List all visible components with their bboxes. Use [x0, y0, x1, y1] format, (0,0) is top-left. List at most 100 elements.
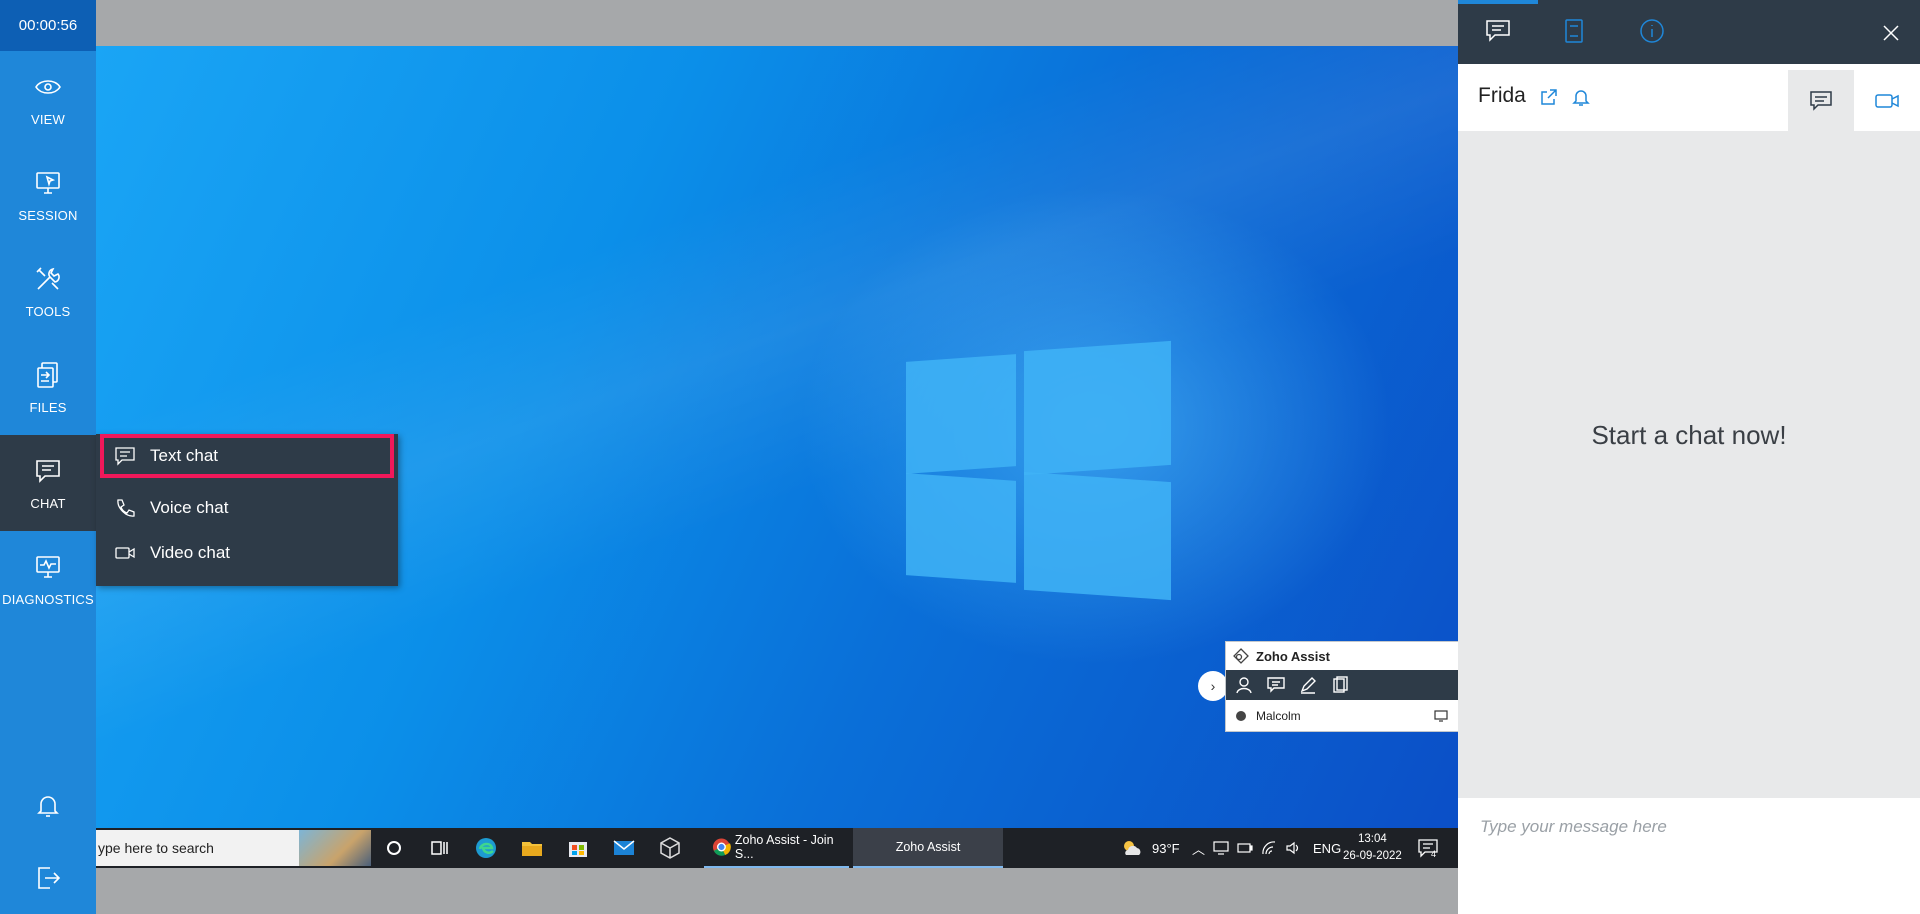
chat-options-menu: Text chat Voice chat Video chat [96, 434, 398, 586]
exit-icon [38, 867, 61, 889]
sidebar-item-label: CHAT [30, 495, 66, 511]
clock-time: 13:04 [1358, 833, 1387, 845]
task-view-icon[interactable] [428, 836, 452, 860]
chat-panel: Frida Start a chat now! [1458, 0, 1920, 914]
sidebar-item-diagnostics[interactable]: DIAGNOSTICS [0, 531, 96, 627]
clipboard-icon[interactable] [1330, 675, 1350, 695]
sidebar-item-files[interactable]: FILES [0, 339, 96, 435]
widget-user-row: Malcolm ❚❚ [1226, 700, 1458, 731]
wifi-icon[interactable] [1261, 841, 1277, 855]
search-highlight-image [299, 830, 371, 866]
desktop-bottom-bezel [96, 868, 1458, 914]
tab-info[interactable] [1635, 14, 1669, 48]
file-explorer-icon[interactable] [520, 836, 544, 860]
menu-item-voice-chat[interactable]: Voice chat [100, 486, 394, 530]
notification-count-badge: 4 [1431, 849, 1437, 859]
bell-icon [37, 796, 59, 817]
active-tab-indicator [1458, 0, 1538, 4]
video-camera-icon [1875, 93, 1899, 108]
widget-user-name: Malcolm [1256, 708, 1301, 723]
network-status-icon[interactable] [1213, 841, 1229, 855]
tools-icon [36, 266, 60, 290]
exit-session-button[interactable] [0, 848, 96, 908]
menu-item-text-chat[interactable]: Text chat [100, 434, 394, 478]
store-icon[interactable] [566, 836, 590, 860]
clock-date: 26-09-2022 [1343, 850, 1402, 862]
menu-item-label: Voice chat [150, 498, 229, 517]
taskbar-app-chrome[interactable]: Zoho Assist - Join S... [704, 828, 849, 868]
sidebar-item-session[interactable]: SESSION [0, 147, 96, 243]
language-indicator[interactable]: ENG [1313, 841, 1341, 856]
volume-icon[interactable] [1285, 841, 1301, 855]
widget-title: Zoho Assist [1256, 648, 1330, 664]
sidebar-item-label: SESSION [18, 207, 78, 223]
sidebar-item-label: VIEW [30, 111, 66, 127]
diagnostics-icon [36, 555, 60, 578]
chat-mode-button[interactable] [1788, 70, 1854, 131]
taskbar-search-box[interactable]: ype here to search [96, 830, 371, 866]
video-mode-button[interactable] [1854, 70, 1920, 131]
menu-item-label: Text chat [150, 446, 219, 465]
sidebar-item-label: DIAGNOSTICS [2, 591, 94, 607]
video-camera-icon [115, 547, 135, 559]
weather-widget[interactable]: 93°F [1120, 828, 1180, 868]
cube-app-icon[interactable] [658, 836, 682, 860]
external-link-icon[interactable] [1538, 86, 1560, 108]
chat-icon [1810, 90, 1832, 111]
sidebar-item-view[interactable]: VIEW [0, 51, 96, 147]
message-input-area [1458, 798, 1920, 914]
message-input[interactable] [1478, 816, 1898, 838]
widget-toolbar: ··· [1226, 670, 1458, 700]
chat-tab-icon [1486, 20, 1510, 42]
edge-icon[interactable] [474, 836, 498, 860]
taskbar-app-label: Zoho Assist - Join S... [734, 833, 834, 861]
sidebar-item-tools[interactable]: TOOLS [0, 243, 96, 339]
empty-chat-message: Start a chat now! [1591, 420, 1787, 450]
taskbar-search-text: ype here to search [98, 840, 214, 856]
zoho-assist-logo-icon [1233, 648, 1249, 664]
menu-item-video-chat[interactable]: Video chat [100, 531, 394, 575]
sidebar-item-chat[interactable]: CHAT [0, 435, 96, 531]
monitor-icon[interactable] [1434, 709, 1448, 723]
contact-name: Frida [1478, 84, 1526, 107]
chat-icon [36, 459, 60, 483]
widget-title-bar: Zoho Assist ✕ [1226, 642, 1458, 670]
zoho-assist-widget: Zoho Assist ✕ ··· Malcolm ❚❚ [1225, 641, 1458, 732]
bell-icon[interactable] [1570, 86, 1592, 108]
tab-chat[interactable] [1481, 14, 1515, 48]
panel-tab-bar [1458, 0, 1920, 64]
monitor-cursor-icon [36, 171, 60, 194]
taskbar-app-zoho-assist[interactable]: Zoho Assist [853, 828, 1003, 868]
weather-cloud-sun-icon [1124, 841, 1141, 855]
sidebar-item-label: FILES [29, 399, 67, 415]
close-panel-icon[interactable] [1882, 24, 1900, 42]
cortana-icon[interactable] [382, 836, 406, 860]
sidebar-item-label: TOOLS [25, 303, 71, 319]
weather-temp: 93°F [1152, 840, 1180, 856]
taskbar-clock[interactable]: 13:04 26-09-2022 [1343, 828, 1402, 868]
notification-center[interactable]: 4 [1417, 828, 1438, 868]
mail-icon[interactable] [612, 836, 636, 860]
info-tab-icon [1640, 19, 1664, 43]
taskbar-app-label: Zoho Assist [895, 840, 961, 854]
status-dot-icon [1236, 710, 1246, 721]
eye-icon [35, 79, 61, 94]
file-transfer-icon [37, 361, 58, 388]
notes-tab-icon [1565, 19, 1583, 43]
battery-icon[interactable] [1237, 841, 1253, 855]
chrome-icon [712, 838, 731, 856]
chevron-up-icon[interactable]: ︿ [1192, 839, 1205, 858]
chat-icon[interactable] [1266, 675, 1286, 695]
text-chat-icon [115, 447, 135, 466]
session-timer: 00:00:56 [0, 0, 96, 51]
tab-notes[interactable] [1557, 14, 1591, 48]
user-icon[interactable] [1234, 675, 1254, 695]
widget-expand-button[interactable]: › [1198, 671, 1228, 701]
annotate-pen-icon[interactable] [1298, 675, 1318, 695]
phone-icon [117, 499, 135, 517]
windows-taskbar: ype here to search Zoho Assist - Join S.… [96, 828, 1458, 868]
menu-item-label: Video chat [150, 543, 231, 562]
system-tray-icons: ︿ ENG [1192, 828, 1341, 868]
notifications-button[interactable] [0, 775, 96, 835]
session-sidebar: 00:00:56 VIEW SESSION TOOLS FILES CHAT D… [0, 0, 96, 914]
